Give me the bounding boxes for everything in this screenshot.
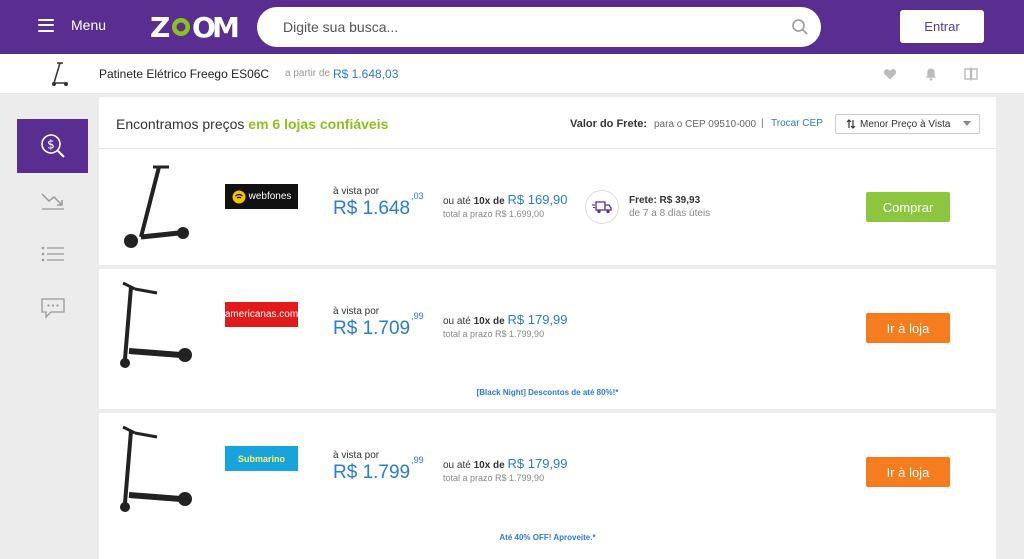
store-name: webfones: [248, 191, 292, 202]
offer-row: Submarino à vista por R$ 1.799,99 ou até…: [99, 413, 996, 559]
sort-arrows-icon: [846, 119, 856, 129]
truck-icon: [592, 201, 612, 214]
scooter-image[interactable]: [117, 279, 197, 369]
sort-select[interactable]: Menor Preço à Vista: [835, 114, 980, 134]
sidenav-reviews[interactable]: [17, 281, 88, 335]
sidenav-prices[interactable]: $: [17, 119, 88, 173]
from-price: R$ 1.648,03: [333, 67, 399, 81]
truck-badge: [585, 190, 619, 224]
zoom-logo[interactable]: Z O M: [150, 10, 240, 44]
shipping-cep: para o CEP 09510-000: [654, 119, 757, 130]
installment-count: 10x de: [473, 196, 505, 207]
installment-total: total a prazo R$ 1.799,90: [443, 473, 545, 483]
shipping-days: de 7 a 8 dias úteis: [629, 208, 711, 219]
cash-price: R$ 1.799,99: [333, 455, 424, 484]
scooter-image[interactable]: [117, 423, 197, 513]
change-cep-link[interactable]: Trocar CEP: [771, 118, 823, 129]
cash-label: à vista por: [333, 306, 380, 317]
shipping-price: Frete: R$ 39,93: [629, 195, 701, 206]
cash-label: à vista por: [333, 186, 380, 197]
cash-label: à vista por: [333, 450, 380, 461]
svg-text:M: M: [212, 11, 240, 44]
trend-down-icon: [40, 193, 64, 210]
store-name: americanas.com: [224, 309, 299, 320]
cash-price: R$ 1.648,03: [333, 191, 424, 220]
from-label: a partir de: [285, 68, 331, 79]
price-cents: ,03: [411, 190, 424, 201]
offer-row: americanas.com à vista por R$ 1.709,99 o…: [99, 269, 996, 409]
price-cents: ,99: [411, 454, 424, 465]
installment-prefix: ou até: [443, 196, 471, 207]
cash-price: R$ 1.709,99: [333, 311, 424, 340]
bell-icon[interactable]: [924, 67, 938, 81]
installment-value: R$ 179,99: [507, 456, 568, 471]
store-logo-americanas[interactable]: americanas.com: [225, 302, 298, 327]
svg-text:Z: Z: [150, 11, 170, 44]
price-cents: ,99: [411, 310, 424, 321]
offers-panel: Encontramos preços em 6 lojas confiáveis…: [99, 97, 996, 559]
side-nav: $: [17, 119, 88, 335]
zoom-logo-icon: Z O M: [150, 11, 240, 44]
offers-header: Encontramos preços em 6 lojas confiáveis…: [99, 97, 996, 149]
promo-link[interactable]: Até 40% OFF! Aproveite.*: [99, 533, 996, 542]
offer-row: webfones à vista por R$ 1.648,03 ou até …: [99, 149, 996, 265]
installment-prefix: ou até: [443, 460, 471, 471]
menu-button[interactable]: Menu: [38, 17, 106, 33]
search-input[interactable]: [283, 7, 783, 47]
shipping-label: Valor do Frete:: [570, 118, 648, 130]
installment-prefix: ou até: [443, 316, 471, 327]
installment-count: 10x de: [473, 316, 505, 327]
scooter-thumbnail[interactable]: [47, 60, 71, 88]
menu-label: Menu: [71, 17, 107, 33]
login-button[interactable]: Entrar: [900, 10, 984, 43]
sidenav-price-history[interactable]: [17, 173, 88, 227]
installment-text: ou até 10x de R$ 169,90: [443, 192, 568, 207]
installment-text: ou até 10x de R$ 179,99: [443, 312, 568, 327]
store-logo-webfones[interactable]: webfones: [225, 184, 298, 209]
product-name: Patinete Elétrico Freego ES06C: [99, 67, 270, 81]
installment-value: R$ 169,90: [507, 192, 568, 207]
svg-text:$: $: [47, 138, 55, 152]
search-icon[interactable]: [791, 18, 809, 36]
price-search-icon: $: [40, 134, 65, 158]
installment-total: total a prazo R$ 1.799,90: [443, 329, 545, 339]
search-bar: [257, 7, 821, 47]
price-integer: R$ 1.799: [333, 462, 411, 483]
found-highlight: em 6 lojas confiáveis: [248, 116, 389, 132]
chevron-down-icon: [963, 121, 971, 126]
promo-link[interactable]: [Black Night] Descontos de até 80%!*: [99, 388, 996, 397]
found-prefix: Encontramos preços: [116, 116, 245, 132]
product-bar: Patinete Elétrico Freego ES06C a partir …: [0, 54, 1024, 94]
go-to-store-button[interactable]: Ir à loja: [866, 313, 950, 343]
price-integer: R$ 1.709: [333, 318, 411, 339]
buy-button[interactable]: Comprar: [866, 192, 950, 222]
installment-total: total a prazo R$ 1.699,00: [443, 209, 545, 219]
installment-value: R$ 179,99: [507, 312, 568, 327]
top-bar: Menu Z O M Entrar: [0, 0, 1024, 54]
scooter-image[interactable]: [117, 161, 197, 251]
list-icon: [41, 246, 64, 262]
store-name: Submarino: [237, 453, 285, 464]
store-logo-submarino[interactable]: Submarino: [225, 446, 298, 471]
sidenav-specs[interactable]: [17, 227, 88, 281]
compare-icon[interactable]: [964, 67, 978, 81]
installment-text: ou até 10x de R$ 179,99: [443, 456, 568, 471]
price-integer: R$ 1.648: [333, 198, 411, 219]
found-text: Encontramos preços em 6 lojas confiáveis: [116, 116, 388, 132]
go-to-store-button[interactable]: Ir à loja: [866, 457, 950, 487]
chat-bubble-icon: [40, 298, 65, 319]
installment-count: 10x de: [473, 460, 505, 471]
heart-icon[interactable]: [883, 67, 897, 81]
hamburger-icon: [38, 18, 54, 32]
separator: |: [761, 118, 764, 129]
sort-label: Menor Preço à Vista: [860, 118, 951, 130]
webfones-logo-icon: [232, 190, 246, 203]
